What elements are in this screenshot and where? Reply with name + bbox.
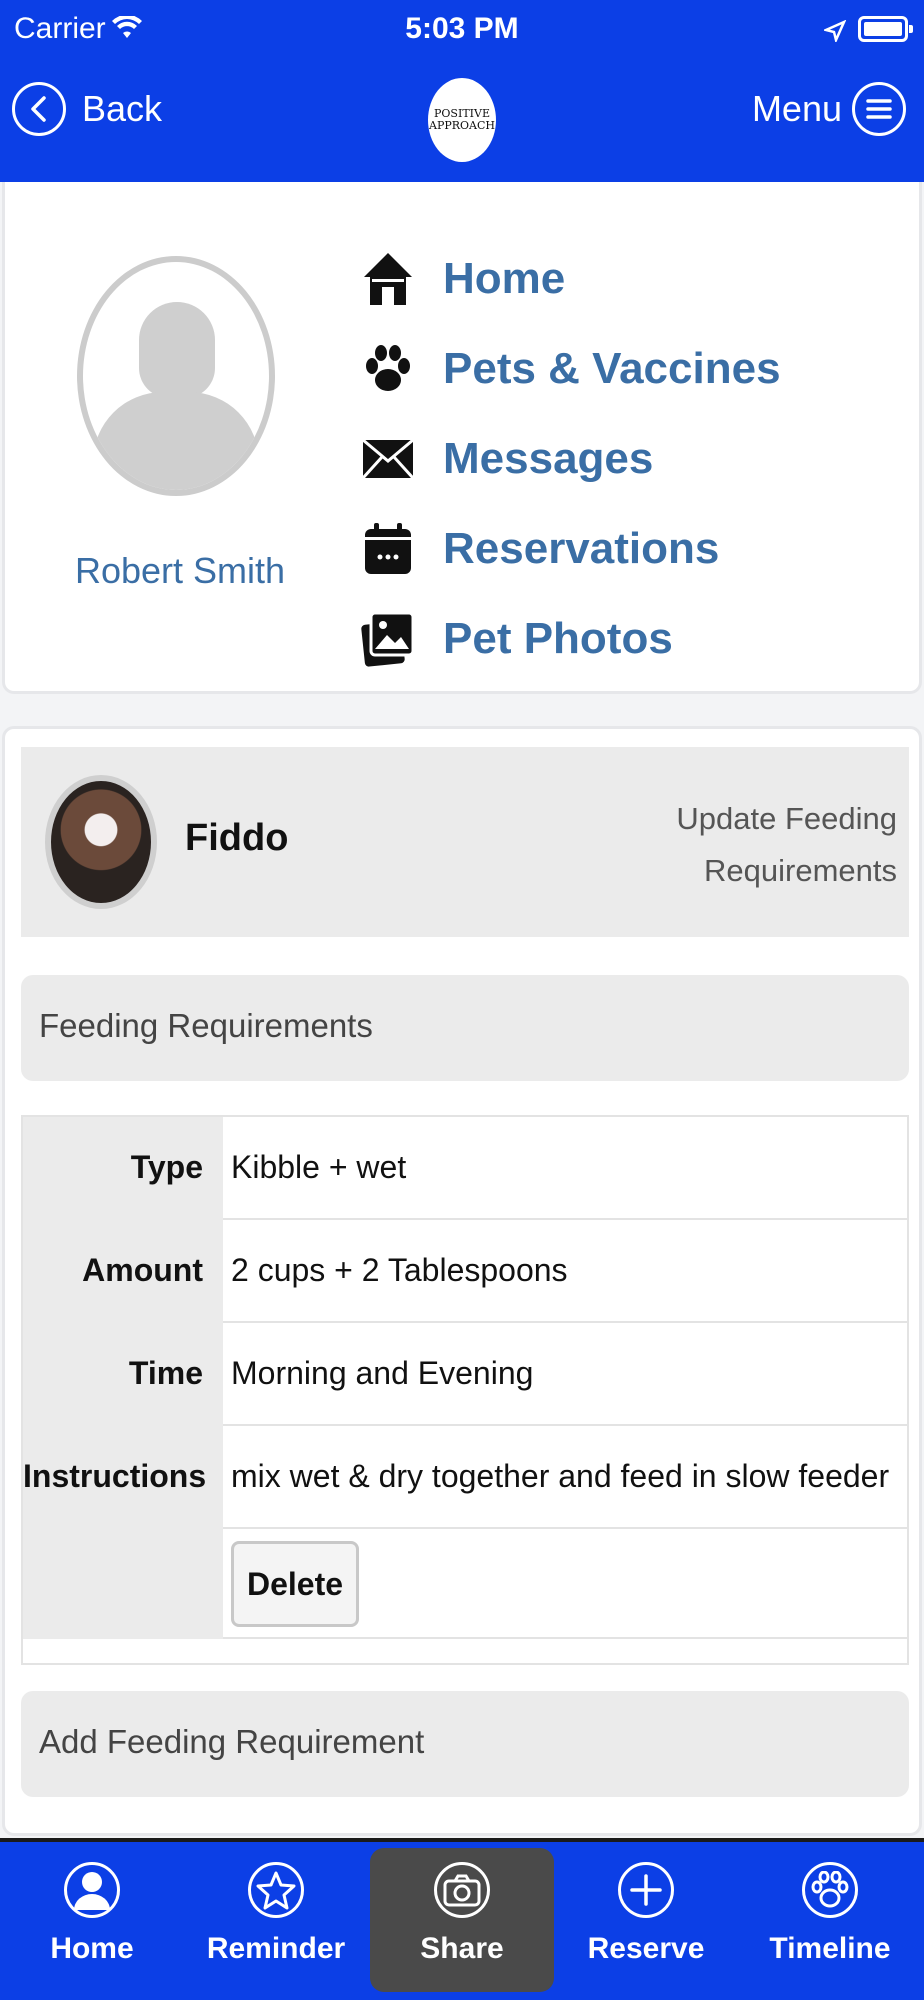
house-icon xyxy=(361,252,415,306)
update-link-line1: Update Feeding xyxy=(676,801,897,836)
tab-reserve[interactable]: Reserve xyxy=(554,1842,738,2000)
nav-item-pets[interactable]: Pets & Vaccines xyxy=(361,324,781,414)
add-feeding-requirement-button[interactable]: Add Feeding Requirement xyxy=(21,1691,909,1797)
plus-icon xyxy=(618,1862,674,1918)
add-label: Add Feeding Requirement xyxy=(39,1723,425,1760)
feeding-requirements-header[interactable]: Feeding Requirements xyxy=(21,975,909,1081)
bottom-tab-bar: Home Reminder Share Reserve Timeline xyxy=(0,1838,924,2000)
menu-label: Menu xyxy=(751,88,842,129)
paw-icon xyxy=(802,1862,858,1918)
quick-nav: Home Pets & Vaccines Messages Reservatio… xyxy=(361,234,781,684)
table-row: Instructions mix wet & dry together and … xyxy=(23,1426,909,1529)
menu-button[interactable]: Menu xyxy=(752,82,906,136)
row-value: Kibble + wet xyxy=(223,1117,909,1220)
back-label: Back xyxy=(82,88,163,129)
nav-label: Pet Photos xyxy=(443,614,673,663)
nav-item-messages[interactable]: Messages xyxy=(361,414,781,504)
brand-logo: POSITIVE APPROACH xyxy=(428,78,496,162)
nav-item-home[interactable]: Home xyxy=(361,234,781,324)
tab-label: Reminder xyxy=(206,1932,346,1965)
battery-icon xyxy=(858,16,913,42)
top-bar: Carrier 5:03 PM Back POSITIVE APPROACH M… xyxy=(0,0,924,182)
envelope-icon xyxy=(361,432,415,486)
calendar-icon xyxy=(361,522,415,576)
nav-label: Messages xyxy=(443,434,654,483)
tab-label: Timeline xyxy=(769,1932,891,1965)
row-label: Instructions xyxy=(23,1458,207,1494)
avatar[interactable] xyxy=(77,256,275,496)
nav-item-reservations[interactable]: Reservations xyxy=(361,504,781,594)
table-row: Type Kibble + wet xyxy=(23,1117,909,1220)
row-value: Morning and Evening xyxy=(223,1323,909,1426)
tab-share[interactable]: Share xyxy=(370,1848,554,1992)
row-label: Time xyxy=(128,1355,203,1391)
row-value: mix wet & dry together and feed in slow … xyxy=(223,1426,909,1529)
row-label: Amount xyxy=(82,1252,203,1288)
feeding-table: Type Kibble + wet Amount 2 cups + 2 Tabl… xyxy=(21,1115,909,1665)
row-label: Type xyxy=(130,1149,203,1185)
table-row: Time Morning and Evening xyxy=(23,1323,909,1426)
pet-photo xyxy=(45,775,157,909)
paw-icon xyxy=(361,342,415,396)
delete-cell: Delete xyxy=(223,1529,909,1639)
tab-timeline[interactable]: Timeline xyxy=(738,1842,922,2000)
avatar-body-shape xyxy=(93,392,259,490)
location-icon xyxy=(822,16,847,50)
logo-text: POSITIVE APPROACH xyxy=(429,107,495,132)
user-name: Robert Smith xyxy=(74,550,286,591)
camera-icon xyxy=(434,1862,490,1918)
hamburger-icon xyxy=(852,82,906,136)
profile-card: Robert Smith Home Pets & Vaccines Messag… xyxy=(2,182,922,694)
tab-home[interactable]: Home xyxy=(0,1842,184,2000)
header-nav: Back POSITIVE APPROACH Menu xyxy=(0,70,924,162)
pet-header: Fiddo Update Feeding Requirements xyxy=(21,747,909,937)
section-title: Feeding Requirements xyxy=(39,1007,373,1044)
chevron-left-icon xyxy=(12,82,66,136)
person-icon xyxy=(64,1862,120,1918)
star-icon xyxy=(248,1862,304,1918)
table-row: Amount 2 cups + 2 Tablespoons xyxy=(23,1220,909,1323)
nav-label: Home xyxy=(443,254,566,303)
row-value: 2 cups + 2 Tablespoons xyxy=(223,1220,909,1323)
nav-label: Pets & Vaccines xyxy=(443,344,781,393)
tab-label: Reserve xyxy=(587,1932,705,1965)
nav-label: Reservations xyxy=(443,524,720,573)
pet-name: Fiddo xyxy=(185,817,289,859)
tab-label: Home xyxy=(50,1932,134,1965)
update-link-line2: Requirements xyxy=(704,853,897,888)
update-feeding-link[interactable]: Update Feeding Requirements xyxy=(637,793,897,897)
avatar-head-shape xyxy=(139,302,215,398)
clock: 5:03 PM xyxy=(405,12,519,45)
nav-item-photos[interactable]: Pet Photos xyxy=(361,594,781,684)
tab-label: Share xyxy=(420,1932,504,1965)
status-bar: Carrier 5:03 PM xyxy=(0,8,924,54)
feeding-card: Fiddo Update Feeding Requirements Feedin… xyxy=(2,726,922,1836)
tab-reminder[interactable]: Reminder xyxy=(184,1842,368,2000)
photos-icon xyxy=(361,611,415,667)
delete-button[interactable]: Delete xyxy=(231,1541,359,1627)
back-button[interactable]: Back xyxy=(12,82,162,136)
